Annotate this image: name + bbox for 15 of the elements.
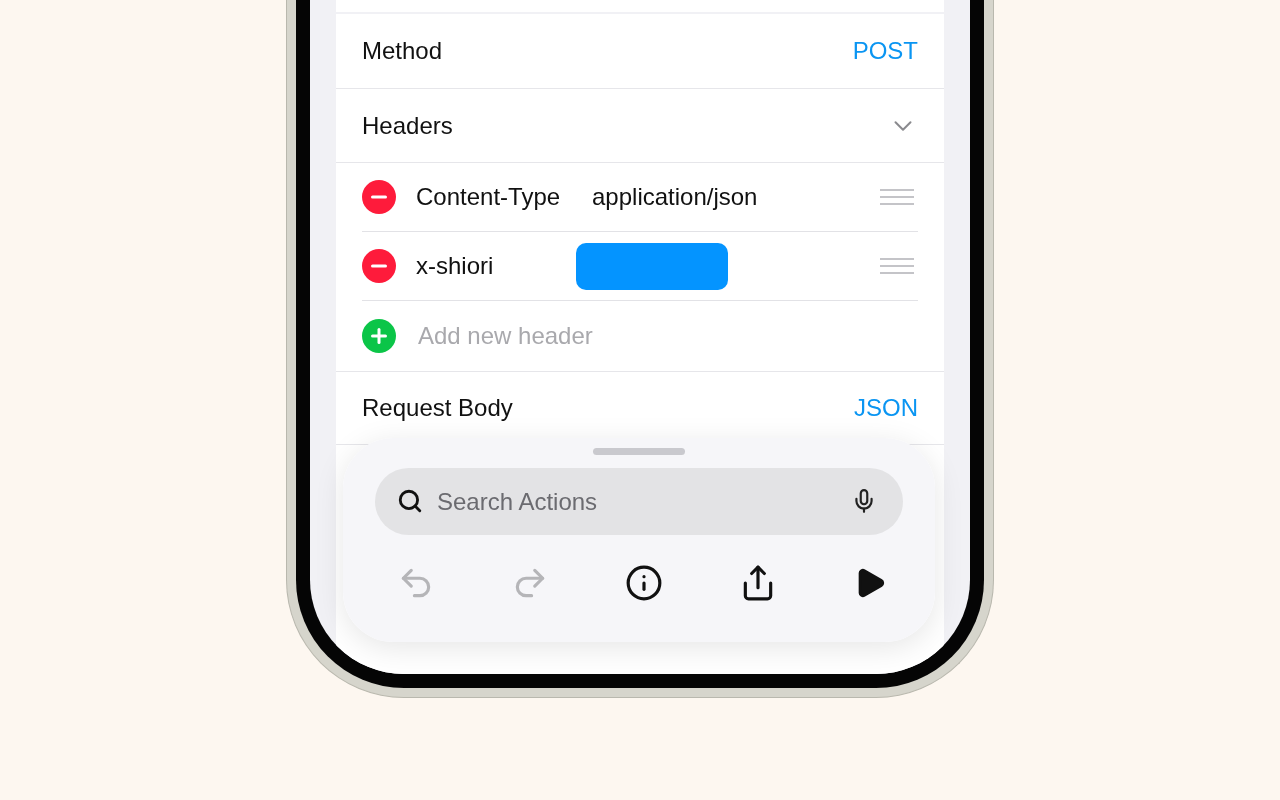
add-icon[interactable] — [362, 319, 396, 353]
remove-icon[interactable] — [362, 180, 396, 214]
grabber-handle[interactable] — [593, 448, 685, 455]
header-value[interactable]: application/json — [592, 183, 758, 211]
remove-icon[interactable] — [362, 249, 396, 283]
drag-handle-icon[interactable] — [880, 257, 914, 275]
headers-label: Headers — [362, 111, 453, 140]
drag-handle-icon[interactable] — [880, 188, 914, 206]
header-key[interactable]: x-shiori — [416, 252, 576, 280]
add-header-field[interactable]: Add new header — [416, 321, 918, 351]
method-label: Method — [362, 37, 443, 65]
search-icon — [397, 488, 423, 514]
request-body-label: Request Body — [362, 394, 513, 422]
header-key[interactable]: Content-Type — [416, 183, 592, 211]
search-field[interactable]: Search Actions — [375, 468, 903, 535]
